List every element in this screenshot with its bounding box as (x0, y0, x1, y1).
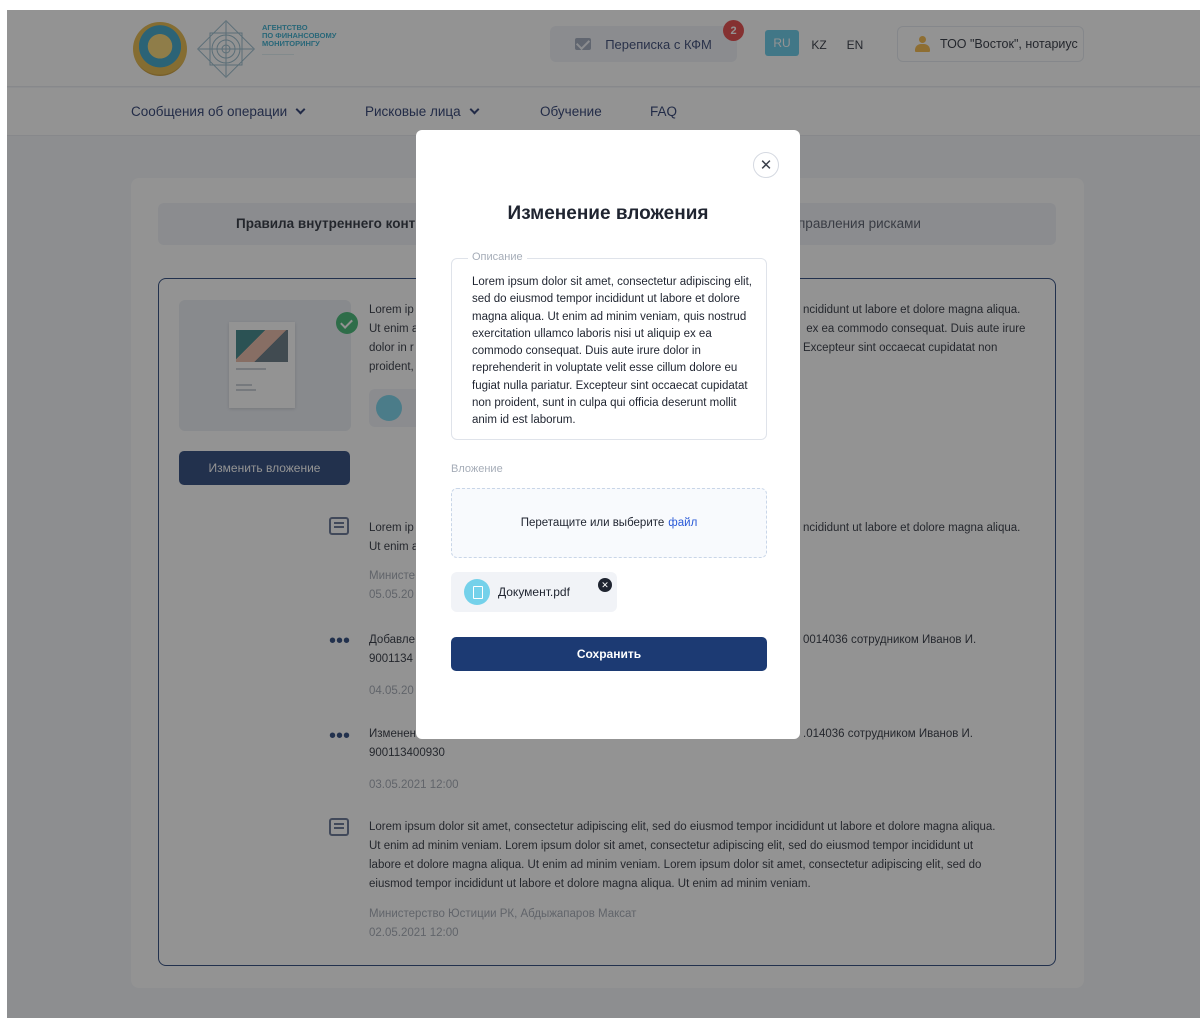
edit-attachment-modal: ✕ Изменение вложения Описание Lorem ipsu… (416, 130, 800, 739)
attachment-label: Вложение (451, 463, 503, 475)
file-icon (464, 579, 490, 605)
dropzone-text: Перетащите или выберите (520, 517, 665, 529)
modal-title: Изменение вложения (507, 203, 709, 224)
close-icon[interactable]: ✕ (753, 152, 779, 178)
remove-file-icon[interactable]: ✕ (598, 578, 612, 592)
choose-file-link[interactable]: файл (668, 517, 697, 529)
description-text[interactable]: Lorem ipsum dolor sit amet, consectetur … (472, 274, 754, 430)
attached-file-name: Документ.pdf (498, 585, 570, 599)
file-dropzone[interactable]: Перетащите или выберите файл (451, 488, 767, 558)
description-field[interactable]: Описание Lorem ipsum dolor sit amet, con… (451, 251, 767, 440)
description-label: Описание (468, 251, 527, 263)
save-button[interactable]: Сохранить (451, 637, 767, 671)
attached-file-chip: Документ.pdf (451, 572, 617, 612)
